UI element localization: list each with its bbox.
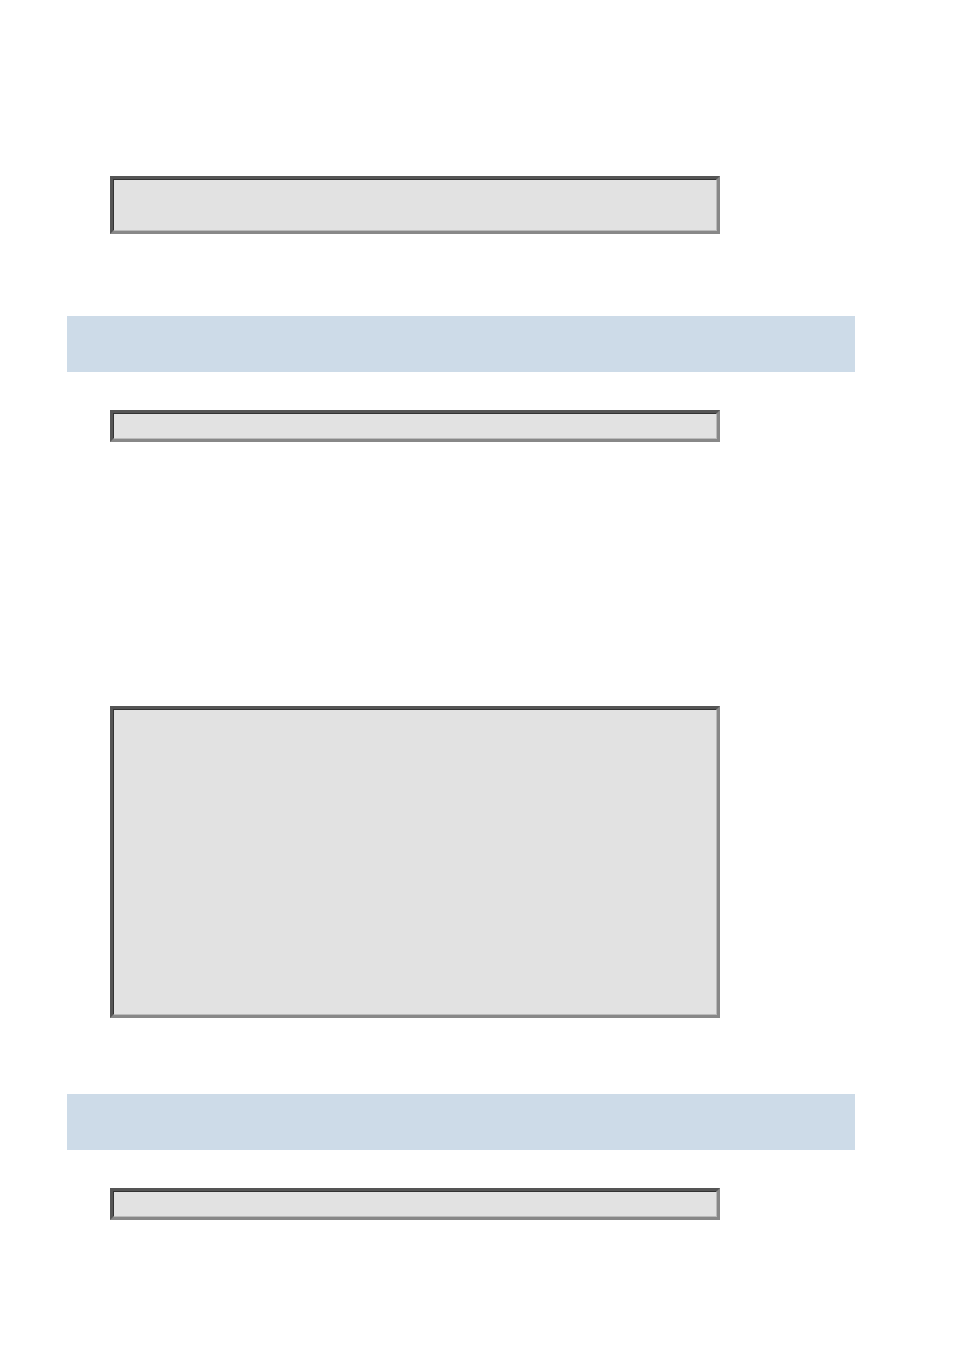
text-field-1[interactable] — [110, 176, 720, 234]
text-field-2[interactable] — [110, 410, 720, 442]
textarea-field-1[interactable] — [110, 706, 720, 1018]
section-heading-2 — [67, 1094, 855, 1150]
form-page — [0, 0, 954, 1350]
section-heading-1 — [67, 316, 855, 372]
text-field-3[interactable] — [110, 1188, 720, 1220]
